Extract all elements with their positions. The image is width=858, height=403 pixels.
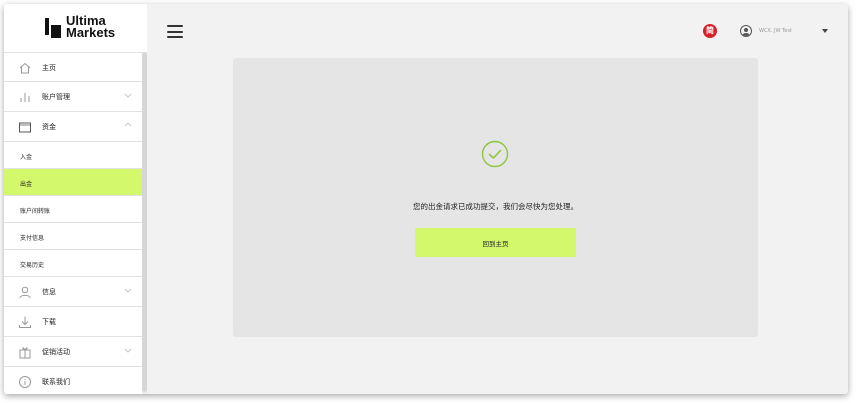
menu-toggle-icon[interactable] [167,25,183,38]
logo-mark-icon [45,18,61,38]
app-window: Ultima Markets 主页 账户管理 资金 入金 出金 账户间转账 支付… [4,4,848,394]
sidebar-item-label: 促销活动 [42,348,70,356]
user-icon [19,286,31,299]
user-menu-caret-icon[interactable] [822,29,828,33]
chevron-down-icon [124,93,132,98]
sidebar-subitem-payment-info[interactable]: 支付信息 [4,223,142,250]
sidebar-subitem-label: 出金 [20,181,33,188]
chevron-down-icon [124,348,132,353]
sidebar-item-info[interactable]: 信息 [4,277,142,307]
sidebar-item-label: 主页 [42,64,56,72]
download-icon [19,316,31,328]
sidebar-subitem-label: 入金 [20,154,33,161]
sidebar-subitem-label: 交易历史 [20,262,45,269]
language-switch[interactable]: 简 [703,24,717,38]
sidebar-subitem-label: 支付信息 [20,235,45,242]
sidebar-item-account-management[interactable]: 账户管理 [4,82,142,112]
info-icon [19,376,31,388]
sidebar-menu: 主页 账户管理 资金 入金 出金 账户间转账 支付信息 交易历史 信息 下载 促… [4,52,142,394]
sidebar-subitem-label: 账户间转账 [20,208,51,215]
back-to-home-button[interactable]: 回到主页 [415,228,576,257]
sidebar-item-promotions[interactable]: 促销活动 [4,337,142,367]
wallet-icon [19,122,31,133]
sidebar-item-contact-us[interactable]: 联系我们 [4,367,142,394]
success-message: 您的出金请求已成功提交，我们会尽快为您处理。 [413,202,578,211]
user-avatar-icon[interactable] [740,25,752,37]
sidebar-subitem-deposit[interactable]: 入金 [4,142,142,169]
sidebar-item-home[interactable]: 主页 [4,52,142,82]
user-name[interactable]: WCX. JW Test [759,28,792,34]
sidebar-item-label: 资金 [42,123,56,131]
sidebar-subitem-internal-transfer[interactable]: 账户间转账 [4,196,142,223]
sidebar-subitem-transaction-history[interactable]: 交易历史 [4,250,142,277]
chevron-up-icon [124,122,132,127]
brand-name: Ultima Markets [66,14,116,40]
main-content: 简 WCX. JW Test 您的出金请求已成功提交，我们会尽快为您处理。 回到… [147,4,848,394]
chevron-down-icon [124,288,132,293]
sidebar-item-label: 账户管理 [42,93,70,101]
sidebar-item-download[interactable]: 下载 [4,307,142,337]
sidebar-item-label: 下载 [42,318,56,326]
result-panel: 您的出金请求已成功提交，我们会尽快为您处理。 回到主页 [233,58,758,337]
sidebar-item-label: 联系我们 [42,378,70,386]
success-check-icon [481,140,509,168]
sidebar: Ultima Markets 主页 账户管理 资金 入金 出金 账户间转账 支付… [4,4,147,394]
sidebar-item-funds[interactable]: 资金 [4,112,142,142]
gift-icon [19,347,31,359]
brand-line2: Markets [66,25,116,40]
bar-chart-icon [20,93,30,102]
brand-logo[interactable]: Ultima Markets [4,4,142,52]
home-icon [19,62,31,74]
sidebar-item-label: 信息 [42,288,56,296]
sidebar-subitem-withdraw[interactable]: 出金 [4,169,142,196]
